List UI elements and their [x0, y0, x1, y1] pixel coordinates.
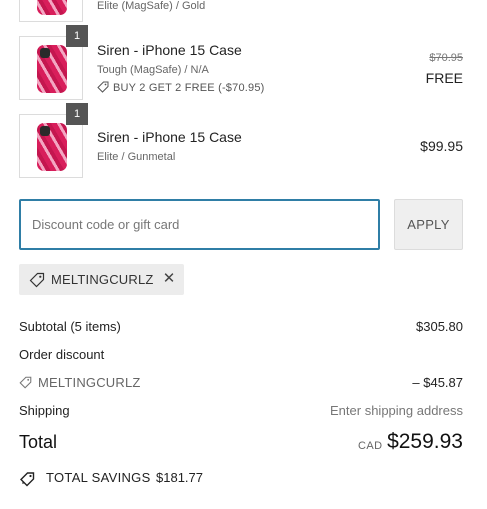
applied-code-label: MELTINGCURLZ: [51, 272, 154, 287]
phone-case-image: [37, 123, 67, 171]
phone-case-image: [37, 0, 67, 15]
cart-item: 1 Siren - iPhone 15 Case Elite / Gunmeta…: [19, 103, 463, 178]
shipping-row: Shipping Enter shipping address: [19, 403, 463, 423]
cart-item: Elite (MagSafe) / Gold: [19, 0, 463, 22]
order-discount-label: Order discount: [19, 347, 105, 362]
applied-discount-chip: MELTINGCURLZ ✕: [19, 264, 184, 295]
total-label: Total: [19, 432, 58, 452]
item-title: Siren - iPhone 15 Case: [97, 42, 242, 58]
quantity-badge: 1: [66, 25, 88, 47]
original-price: $70.95: [429, 52, 463, 64]
discount-value: – $45.87: [412, 375, 463, 390]
item-variant: Tough (MagSafe) / N/A: [97, 64, 209, 76]
phone-case-image: [37, 45, 67, 93]
tag-icon: [19, 376, 32, 394]
subtotal-label: Subtotal (5 items): [19, 319, 121, 334]
cart-item: 1 Siren - iPhone 15 Case Tough (MagSafe)…: [19, 25, 463, 100]
close-icon[interactable]: ✕: [161, 271, 177, 287]
discount-code-row: MELTINGCURLZ – $45.87: [19, 375, 463, 395]
discount-code-label: MELTINGCURLZ: [38, 375, 141, 390]
subtotal-row: Subtotal (5 items) $305.80: [19, 319, 463, 339]
tag-icon: [29, 272, 45, 293]
product-thumbnail: [19, 0, 83, 22]
tag-icon: [97, 81, 109, 96]
subtotal-value: $305.80: [416, 319, 463, 334]
promo-label: BUY 2 GET 2 FREE (-$70.95): [113, 82, 265, 94]
apply-button[interactable]: APPLY: [394, 199, 463, 250]
item-price: $99.95: [420, 138, 463, 154]
item-title: Siren - iPhone 15 Case: [97, 129, 242, 145]
savings-label: TOTAL SAVINGS: [46, 470, 151, 485]
item-variant: Elite / Gunmetal: [97, 151, 176, 163]
item-promo: BUY 2 GET 2 FREE (-$70.95): [97, 81, 265, 96]
savings-tag-icon: [19, 471, 37, 492]
total-value: $259.93: [387, 430, 463, 453]
discount-code-input[interactable]: [19, 199, 380, 250]
currency-code: CAD: [358, 440, 383, 452]
item-price: FREE: [425, 70, 463, 86]
savings-value: $181.77: [156, 470, 203, 485]
shipping-value: Enter shipping address: [330, 403, 463, 418]
quantity-badge: 1: [66, 103, 88, 125]
order-discount-row: Order discount: [19, 347, 463, 367]
item-variant: Elite (MagSafe) / Gold: [97, 0, 206, 12]
shipping-label: Shipping: [19, 403, 70, 418]
